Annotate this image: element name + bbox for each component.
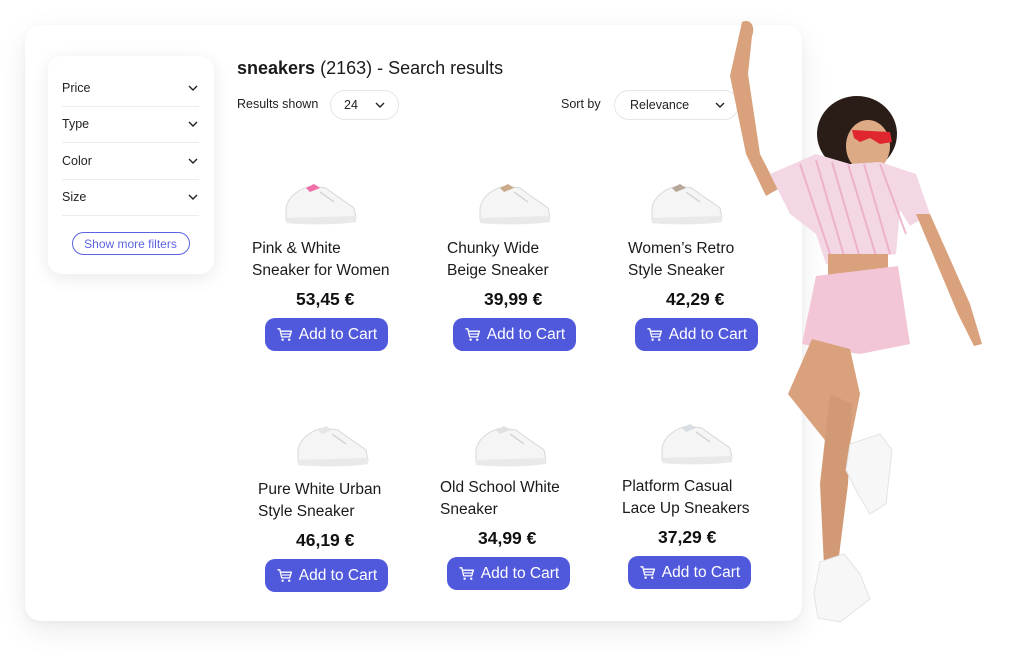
add-to-cart-label: Add to Cart [298, 566, 378, 584]
cart-icon [277, 569, 292, 582]
product-price: 46,19 € [296, 530, 355, 550]
product-image[interactable] [470, 420, 550, 470]
product-name-line: Old School White [440, 479, 560, 496]
add-to-cart-label: Add to Cart [480, 564, 560, 582]
product-name-line: Chunky Wide [447, 240, 540, 257]
arm [916, 214, 982, 346]
product-name[interactable]: Pink & White Sneaker for Women [252, 238, 390, 282]
page-title: sneakers (2163) - Search results [237, 58, 503, 79]
product-price: 34,99 € [478, 528, 537, 548]
product-name-line: Style Sneaker [628, 262, 725, 279]
product-price: 39,99 € [484, 289, 543, 309]
chevron-down-icon [188, 85, 198, 91]
add-to-cart-button[interactable]: Add to Cart [453, 318, 576, 351]
chevron-down-icon [188, 158, 198, 164]
filter-price[interactable]: Price [62, 70, 199, 107]
filter-label: Size [62, 190, 87, 205]
sneaker [845, 433, 893, 515]
cart-icon [640, 566, 655, 579]
model-photo [730, 20, 982, 623]
product-name-line: Style Sneaker [258, 503, 355, 520]
result-count: (2163) [320, 58, 373, 78]
sneaker [813, 553, 871, 623]
add-to-cart-label: Add to Cart [298, 325, 378, 343]
cart-icon [465, 328, 480, 341]
show-more-filters-button[interactable]: Show more filters [71, 232, 190, 255]
product-name[interactable]: Pure White Urban Style Sneaker [258, 479, 381, 523]
product-price: 42,29 € [666, 289, 725, 309]
search-query: sneakers [237, 58, 316, 78]
sort-by-value: Relevance [630, 98, 690, 112]
product-image[interactable] [646, 178, 726, 228]
cart-icon [647, 328, 662, 341]
add-to-cart-button[interactable]: Add to Cart [447, 557, 570, 590]
product-name-line: Sneaker for Women [252, 262, 390, 279]
filter-size[interactable]: Size [62, 180, 199, 216]
cart-icon [459, 567, 474, 580]
filter-type[interactable]: Type [62, 107, 199, 143]
filter-label: Type [62, 117, 90, 132]
sort-by-label: Sort by [561, 97, 601, 111]
product-name-line: Pure White Urban [258, 481, 382, 498]
results-shown-label: Results shown [237, 97, 319, 111]
add-to-cart-button[interactable]: Add to Cart [265, 559, 388, 592]
filter-panel: Price Type Color Size Show more filters [48, 56, 214, 274]
product-image[interactable] [292, 420, 372, 470]
arm [730, 20, 778, 197]
cart-icon [277, 328, 292, 341]
add-to-cart-button[interactable]: Add to Cart [265, 318, 388, 351]
product-price: 53,45 € [296, 289, 355, 309]
results-shown-select[interactable]: 24 [330, 90, 399, 120]
product-name-line: Sneaker [440, 501, 498, 518]
product-name-line: Pink & White [252, 240, 341, 257]
results-shown-value: 24 [344, 98, 358, 112]
product-name-line: Women’s Retro [628, 240, 735, 257]
title-suffix: - Search results [377, 58, 504, 78]
filter-label: Color [62, 153, 92, 168]
chevron-down-icon [375, 102, 385, 108]
add-to-cart-label: Add to Cart [486, 325, 566, 343]
chevron-down-icon [188, 121, 198, 128]
chevron-down-icon [188, 194, 198, 201]
filter-color[interactable]: Color [62, 143, 199, 180]
product-name[interactable]: Old School White Sneaker [440, 477, 560, 521]
filter-label: Price [62, 80, 91, 95]
product-price: 37,29 € [658, 527, 717, 547]
product-name[interactable]: Chunky Wide Beige Sneaker [447, 238, 549, 282]
product-image[interactable] [474, 178, 554, 228]
product-name-line: Beige Sneaker [447, 262, 549, 279]
product-name[interactable]: Women’s Retro Style Sneaker [628, 238, 734, 282]
product-image[interactable] [280, 178, 360, 228]
